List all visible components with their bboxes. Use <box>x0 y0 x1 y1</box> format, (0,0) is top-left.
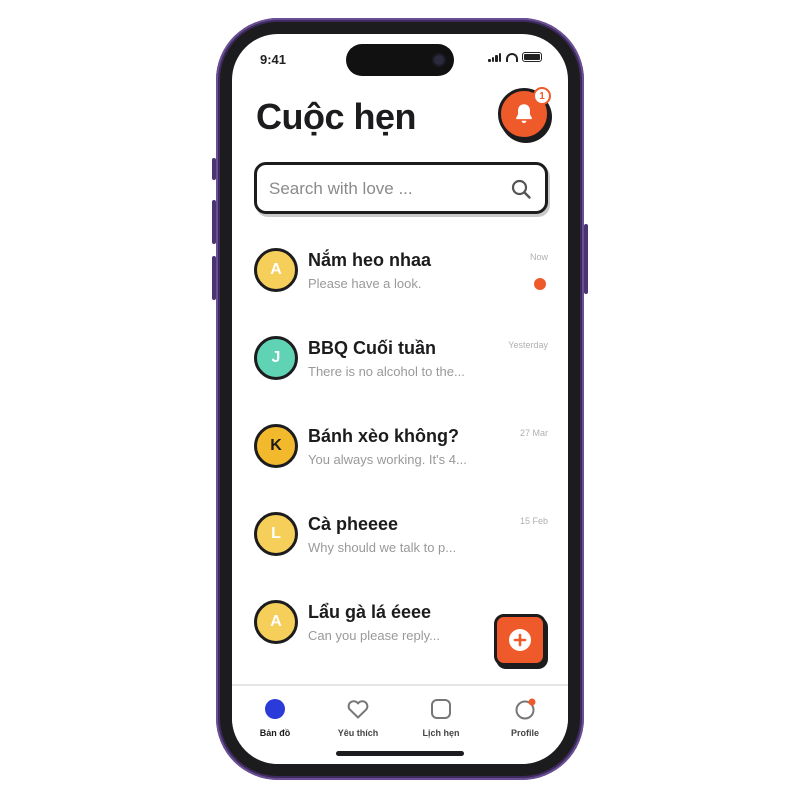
search-icon[interactable] <box>509 177 533 201</box>
list-item[interactable]: J BBQ Cuối tuần There is no alcohol to t… <box>232 332 568 420</box>
chat-preview: Can you please reply... <box>308 628 440 643</box>
list-item[interactable]: A Nắm heo nhaa Please have a look. Now <box>232 244 568 332</box>
avatar-letter: A <box>270 613 282 630</box>
avatar-letter: K <box>270 437 282 454</box>
chat-time: 15 Feb <box>519 516 548 526</box>
dynamic-island <box>346 44 454 76</box>
tab-profile[interactable]: Profile <box>490 696 560 738</box>
camera-icon <box>434 55 444 65</box>
tab-map[interactable]: Bản đồ <box>240 696 310 738</box>
tab-label: Lịch hẹn <box>422 728 460 738</box>
profile-icon <box>515 698 536 720</box>
tab-label: Profile <box>510 728 539 738</box>
chat-time: 27 Mar <box>519 428 548 438</box>
avatar: A <box>254 600 298 644</box>
chat-time: Now <box>529 252 548 262</box>
list-item[interactable]: K Bánh xèo không? You always working. It… <box>232 420 568 508</box>
avatar: J <box>254 336 298 380</box>
tab-label: Bản đồ <box>259 728 291 738</box>
chat-time: Yesterday <box>508 340 548 350</box>
unread-indicator <box>534 278 546 290</box>
bottom-tab-bar: Bản đồ Yêu thích Lịch hẹn Profile <box>232 684 568 764</box>
chat-name: Nắm heo nhaa <box>308 250 432 270</box>
status-time: 9:41 <box>260 52 287 67</box>
avatar-letter: A <box>270 261 282 278</box>
calendar-icon <box>431 699 451 719</box>
tab-calendar[interactable]: Lịch hẹn <box>406 696 476 738</box>
battery-icon <box>522 52 542 62</box>
chat-name: Bánh xèo không? <box>308 426 460 446</box>
heart-icon <box>347 700 369 719</box>
status-bar: 9:41 <box>232 34 568 84</box>
chat-preview: Why should we talk to p... <box>308 540 457 555</box>
add-appointment-button[interactable] <box>494 614 546 666</box>
home-indicator <box>336 751 464 756</box>
chat-preview: There is no alcohol to the... <box>308 364 465 379</box>
chat-preview: You always working. It's 4... <box>308 452 467 467</box>
search-input[interactable] <box>269 177 499 201</box>
notification-badge: 1 <box>533 87 551 105</box>
avatar: K <box>254 424 298 468</box>
chat-preview: Please have a look. <box>308 276 422 291</box>
bell-icon <box>516 104 532 124</box>
signal-icon <box>488 52 502 62</box>
avatar: A <box>254 248 298 292</box>
avatar-letter: J <box>271 349 281 366</box>
tab-label: Yêu thích <box>337 728 379 738</box>
volume-up-button <box>212 200 216 244</box>
chat-name: Cà pheeee <box>308 514 399 534</box>
avatar-letter: L <box>271 525 281 542</box>
avatar: L <box>254 512 298 556</box>
notification-button[interactable]: 1 <box>498 87 551 140</box>
map-dot-icon <box>265 699 285 719</box>
plus-icon <box>509 629 531 651</box>
status-icons <box>488 52 542 62</box>
chat-name: Lẩu gà lá éeee <box>308 602 432 622</box>
power-button <box>584 224 588 294</box>
page-title: Cuộc hẹn <box>256 96 417 137</box>
phone-screen: 9:41 Cuộc hẹn 1 A Nắm heo nhaa <box>232 34 568 764</box>
search-box[interactable] <box>254 162 548 214</box>
list-item[interactable]: L Cà pheeee Why should we talk to p... 1… <box>232 508 568 596</box>
action-button <box>212 158 216 180</box>
wifi-icon <box>506 52 518 62</box>
volume-down-button <box>212 256 216 300</box>
chat-name: BBQ Cuối tuần <box>308 338 436 358</box>
tab-favorites[interactable]: Yêu thích <box>323 696 393 738</box>
